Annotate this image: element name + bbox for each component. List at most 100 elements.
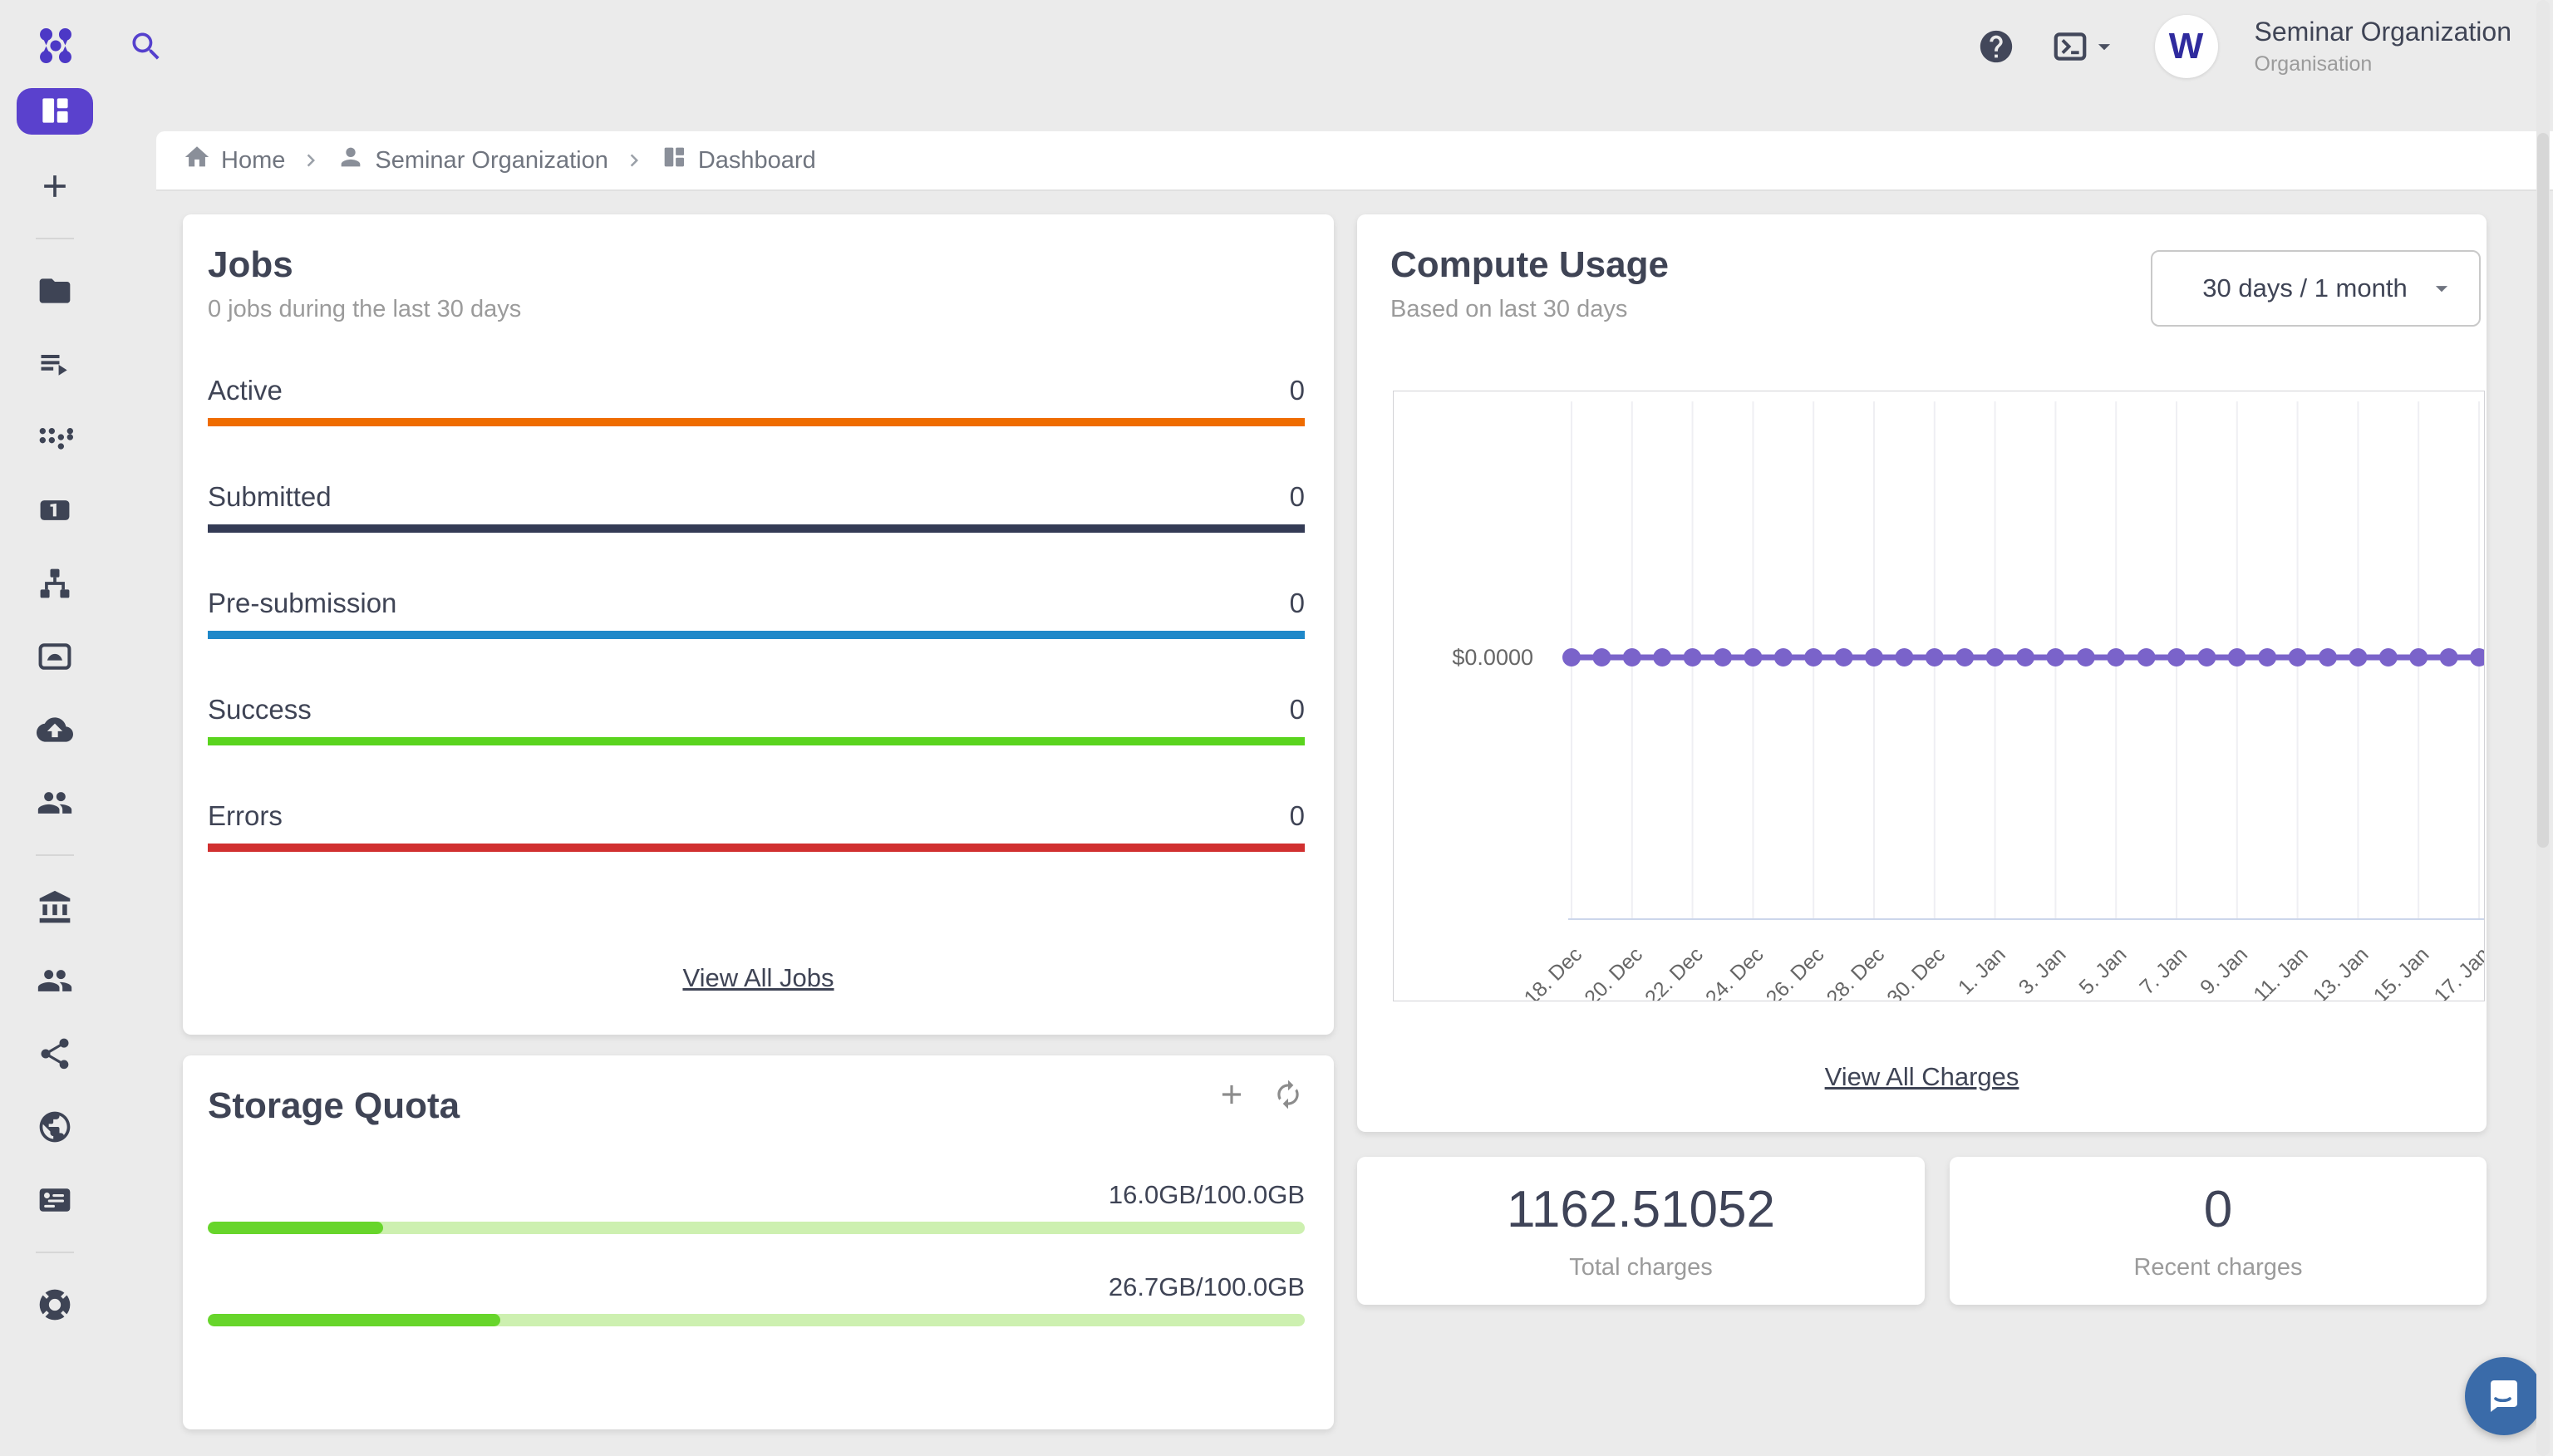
sidebar-item-hierarchy[interactable]	[17, 555, 93, 613]
data-point	[2379, 648, 2398, 667]
sidebar-divider	[36, 1252, 74, 1253]
data-point	[1926, 648, 1944, 667]
home-icon	[183, 143, 211, 178]
breadcrumb-item-seminar-organization[interactable]: Seminar Organization	[337, 143, 608, 178]
sidebar-item-number-one-badge[interactable]	[17, 482, 93, 540]
x-tick-label: 26. Dec	[1762, 942, 1829, 1001]
sidebar-item-folders[interactable]	[17, 263, 93, 321]
sidebar-item-queue[interactable]	[17, 336, 93, 394]
breadcrumb-item-home[interactable]: Home	[183, 143, 285, 178]
data-point	[1744, 648, 1762, 667]
x-tick-label: 17. Jan	[2429, 942, 2484, 1001]
view-all-jobs-wrap: View All Jobs	[183, 963, 1334, 993]
plus-icon	[1216, 1100, 1247, 1113]
job-status-bar	[208, 418, 1305, 426]
quota-progress-fill	[208, 1314, 500, 1326]
sidebar-item-share[interactable]	[17, 1026, 93, 1084]
billing-card-icon	[37, 1182, 73, 1221]
breadcrumb-item-dashboard[interactable]: Dashboard	[660, 143, 816, 178]
add-quota-button[interactable]	[1216, 1079, 1247, 1110]
quota-progress-fill	[208, 1222, 383, 1234]
members-icon	[37, 962, 73, 1001]
data-point	[2107, 648, 2125, 667]
total-charges-value: 1162.51052	[1507, 1180, 1775, 1239]
view-all-charges-wrap: View All Charges	[1357, 1062, 2487, 1092]
jobs-card-subtitle: 0 jobs during the last 30 days	[208, 296, 1305, 323]
x-tick-label: 13. Jan	[2309, 942, 2373, 1001]
x-tick-label: 15. Jan	[2369, 942, 2434, 1001]
x-tick-label: 22. Dec	[1641, 942, 1708, 1001]
sidebar-item-billing-card[interactable]	[17, 1172, 93, 1230]
x-tick-label: 20. Dec	[1580, 942, 1647, 1001]
search-icon	[128, 55, 165, 67]
x-tick-label: 24. Dec	[1701, 942, 1768, 1001]
data-point	[2440, 648, 2458, 667]
page-root: W Seminar Organization Organisation Home…	[0, 0, 2553, 1456]
help-button[interactable]	[1977, 27, 2015, 66]
public-icon	[37, 1109, 73, 1148]
sidebar-item-public[interactable]	[17, 1099, 93, 1157]
data-point	[1895, 648, 1913, 667]
terminal-icon	[2052, 28, 2088, 65]
sidebar-item-cluster-dots[interactable]	[17, 409, 93, 467]
account-type: Organisation	[2255, 52, 2511, 76]
chevron-down-icon	[2428, 274, 2456, 303]
x-tick-label: 9. Jan	[2196, 942, 2252, 999]
data-point	[2228, 648, 2246, 667]
view-all-jobs-link[interactable]: View All Jobs	[682, 963, 834, 992]
data-point	[1653, 648, 1671, 667]
job-status-label: Errors	[208, 800, 283, 832]
sidebar-item-cloud-upload[interactable]	[17, 701, 93, 760]
job-status-value: 0	[1290, 694, 1305, 726]
chat-launcher-button[interactable]	[2465, 1357, 2543, 1435]
data-point	[1684, 648, 1702, 667]
x-tick-label: 5. Jan	[2074, 942, 2131, 999]
images-icon	[37, 638, 73, 677]
terminal-menu-button[interactable]	[2052, 28, 2118, 65]
jobs-card: Jobs 0 jobs during the last 30 days Acti…	[183, 214, 1334, 1035]
chat-bubble-icon	[2484, 1375, 2524, 1418]
breadcrumb-label: Seminar Organization	[375, 147, 608, 175]
refresh-icon	[1272, 1100, 1304, 1113]
add-icon	[37, 168, 73, 207]
data-point	[1592, 648, 1611, 667]
job-status-bar	[208, 524, 1305, 533]
data-point	[2137, 648, 2156, 667]
job-status-value: 0	[1290, 800, 1305, 832]
sidebar-item-dashboard[interactable]	[17, 88, 93, 135]
storage-quotas: 16.0GB/100.0GB26.7GB/100.0GB	[208, 1180, 1305, 1326]
date-range-select[interactable]: 30 days / 1 month	[2151, 250, 2481, 327]
sidebar-item-add[interactable]	[17, 158, 93, 216]
job-status-row-success: Success0	[208, 694, 1305, 745]
view-all-charges-link[interactable]: View All Charges	[1825, 1062, 2019, 1091]
sidebar-item-images[interactable]	[17, 628, 93, 686]
x-tick-label: 18. Dec	[1520, 942, 1587, 1001]
storage-card-title: Storage Quota	[208, 1085, 1305, 1127]
data-point	[1804, 648, 1823, 667]
sidebar-item-members[interactable]	[17, 952, 93, 1011]
avatar[interactable]: W	[2155, 15, 2218, 78]
data-point	[2319, 648, 2337, 667]
search-button[interactable]	[128, 28, 165, 65]
scrollbar-thumb[interactable]	[2537, 133, 2549, 848]
job-status-bar	[208, 844, 1305, 852]
help-icon	[1977, 56, 2015, 68]
date-range-value: 30 days / 1 month	[2182, 273, 2428, 303]
data-point	[2167, 648, 2186, 667]
refresh-quota-button[interactable]	[1272, 1079, 1304, 1110]
organization-icon	[37, 889, 73, 928]
sidebar-item-organization[interactable]	[17, 879, 93, 937]
quota-progress-track	[208, 1314, 1305, 1326]
jobs-rows: Active0Submitted0Pre-submission0Success0…	[208, 375, 1305, 852]
x-tick-label: 7. Jan	[2135, 942, 2191, 999]
data-point	[2258, 648, 2276, 667]
job-status-label: Pre-submission	[208, 588, 396, 619]
data-point	[2197, 648, 2216, 667]
data-point	[2077, 648, 2095, 667]
job-status-row-pre-submission: Pre-submission0	[208, 588, 1305, 639]
sidebar-item-support[interactable]	[17, 1276, 93, 1335]
data-point	[1955, 648, 1974, 667]
data-point	[2349, 648, 2367, 667]
sidebar-item-team[interactable]	[17, 775, 93, 833]
data-point	[1623, 648, 1641, 667]
